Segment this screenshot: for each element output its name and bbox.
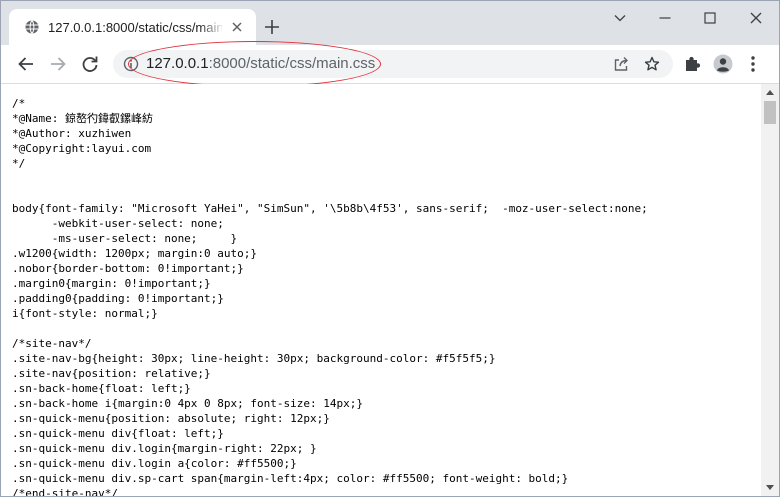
info-icon[interactable] [123,56,139,72]
back-arrow-icon[interactable] [16,54,36,74]
kebab-menu-icon[interactable] [743,54,763,74]
page-content: /* *@Name: 鍄嶅彴鍏叡鏍峰紡 *@Author: xuzhiwen *… [1,84,761,496]
tab-title: 127.0.0.1:8000/static/css/main.css [48,20,222,35]
minimize-window-icon[interactable] [658,11,672,25]
vertical-scrollbar[interactable] [761,84,779,496]
star-icon[interactable] [644,56,660,72]
close-icon[interactable] [229,19,245,35]
browser-window: 127.0.0.1:8000/static/css/main.css [0,0,780,497]
close-window-icon[interactable] [749,11,763,25]
css-source-text: /* *@Name: 鍄嶅彴鍏叡鏍峰紡 *@Author: xuzhiwen *… [12,97,648,496]
url-text[interactable]: 127.0.0.1:8000/static/css/main.css [146,54,375,74]
scroll-down-arrow-icon[interactable] [766,485,774,490]
maximize-window-icon[interactable] [703,11,717,25]
forward-arrow-icon[interactable] [48,54,68,74]
puzzle-icon[interactable] [682,54,702,74]
reload-icon[interactable] [80,54,100,74]
browser-toolbar: 127.0.0.1:8000/static/css/main.css [1,45,779,84]
scrollbar-thumb[interactable] [764,101,776,124]
tab-title-fade [199,17,225,39]
address-bar[interactable]: 127.0.0.1:8000/static/css/main.css [113,50,673,78]
url-path: :8000/static/css/main.css [208,55,376,72]
url-host: 127.0.0.1 [146,55,209,72]
active-tab[interactable]: 127.0.0.1:8000/static/css/main.css [9,9,256,45]
globe-icon [25,20,39,34]
scroll-up-arrow-icon[interactable] [766,90,774,95]
plus-icon[interactable] [264,19,280,35]
share-icon[interactable] [613,56,629,72]
chevron-down-icon[interactable] [613,11,627,25]
tab-strip: 127.0.0.1:8000/static/css/main.css [1,1,779,45]
profile-icon[interactable] [713,54,733,74]
